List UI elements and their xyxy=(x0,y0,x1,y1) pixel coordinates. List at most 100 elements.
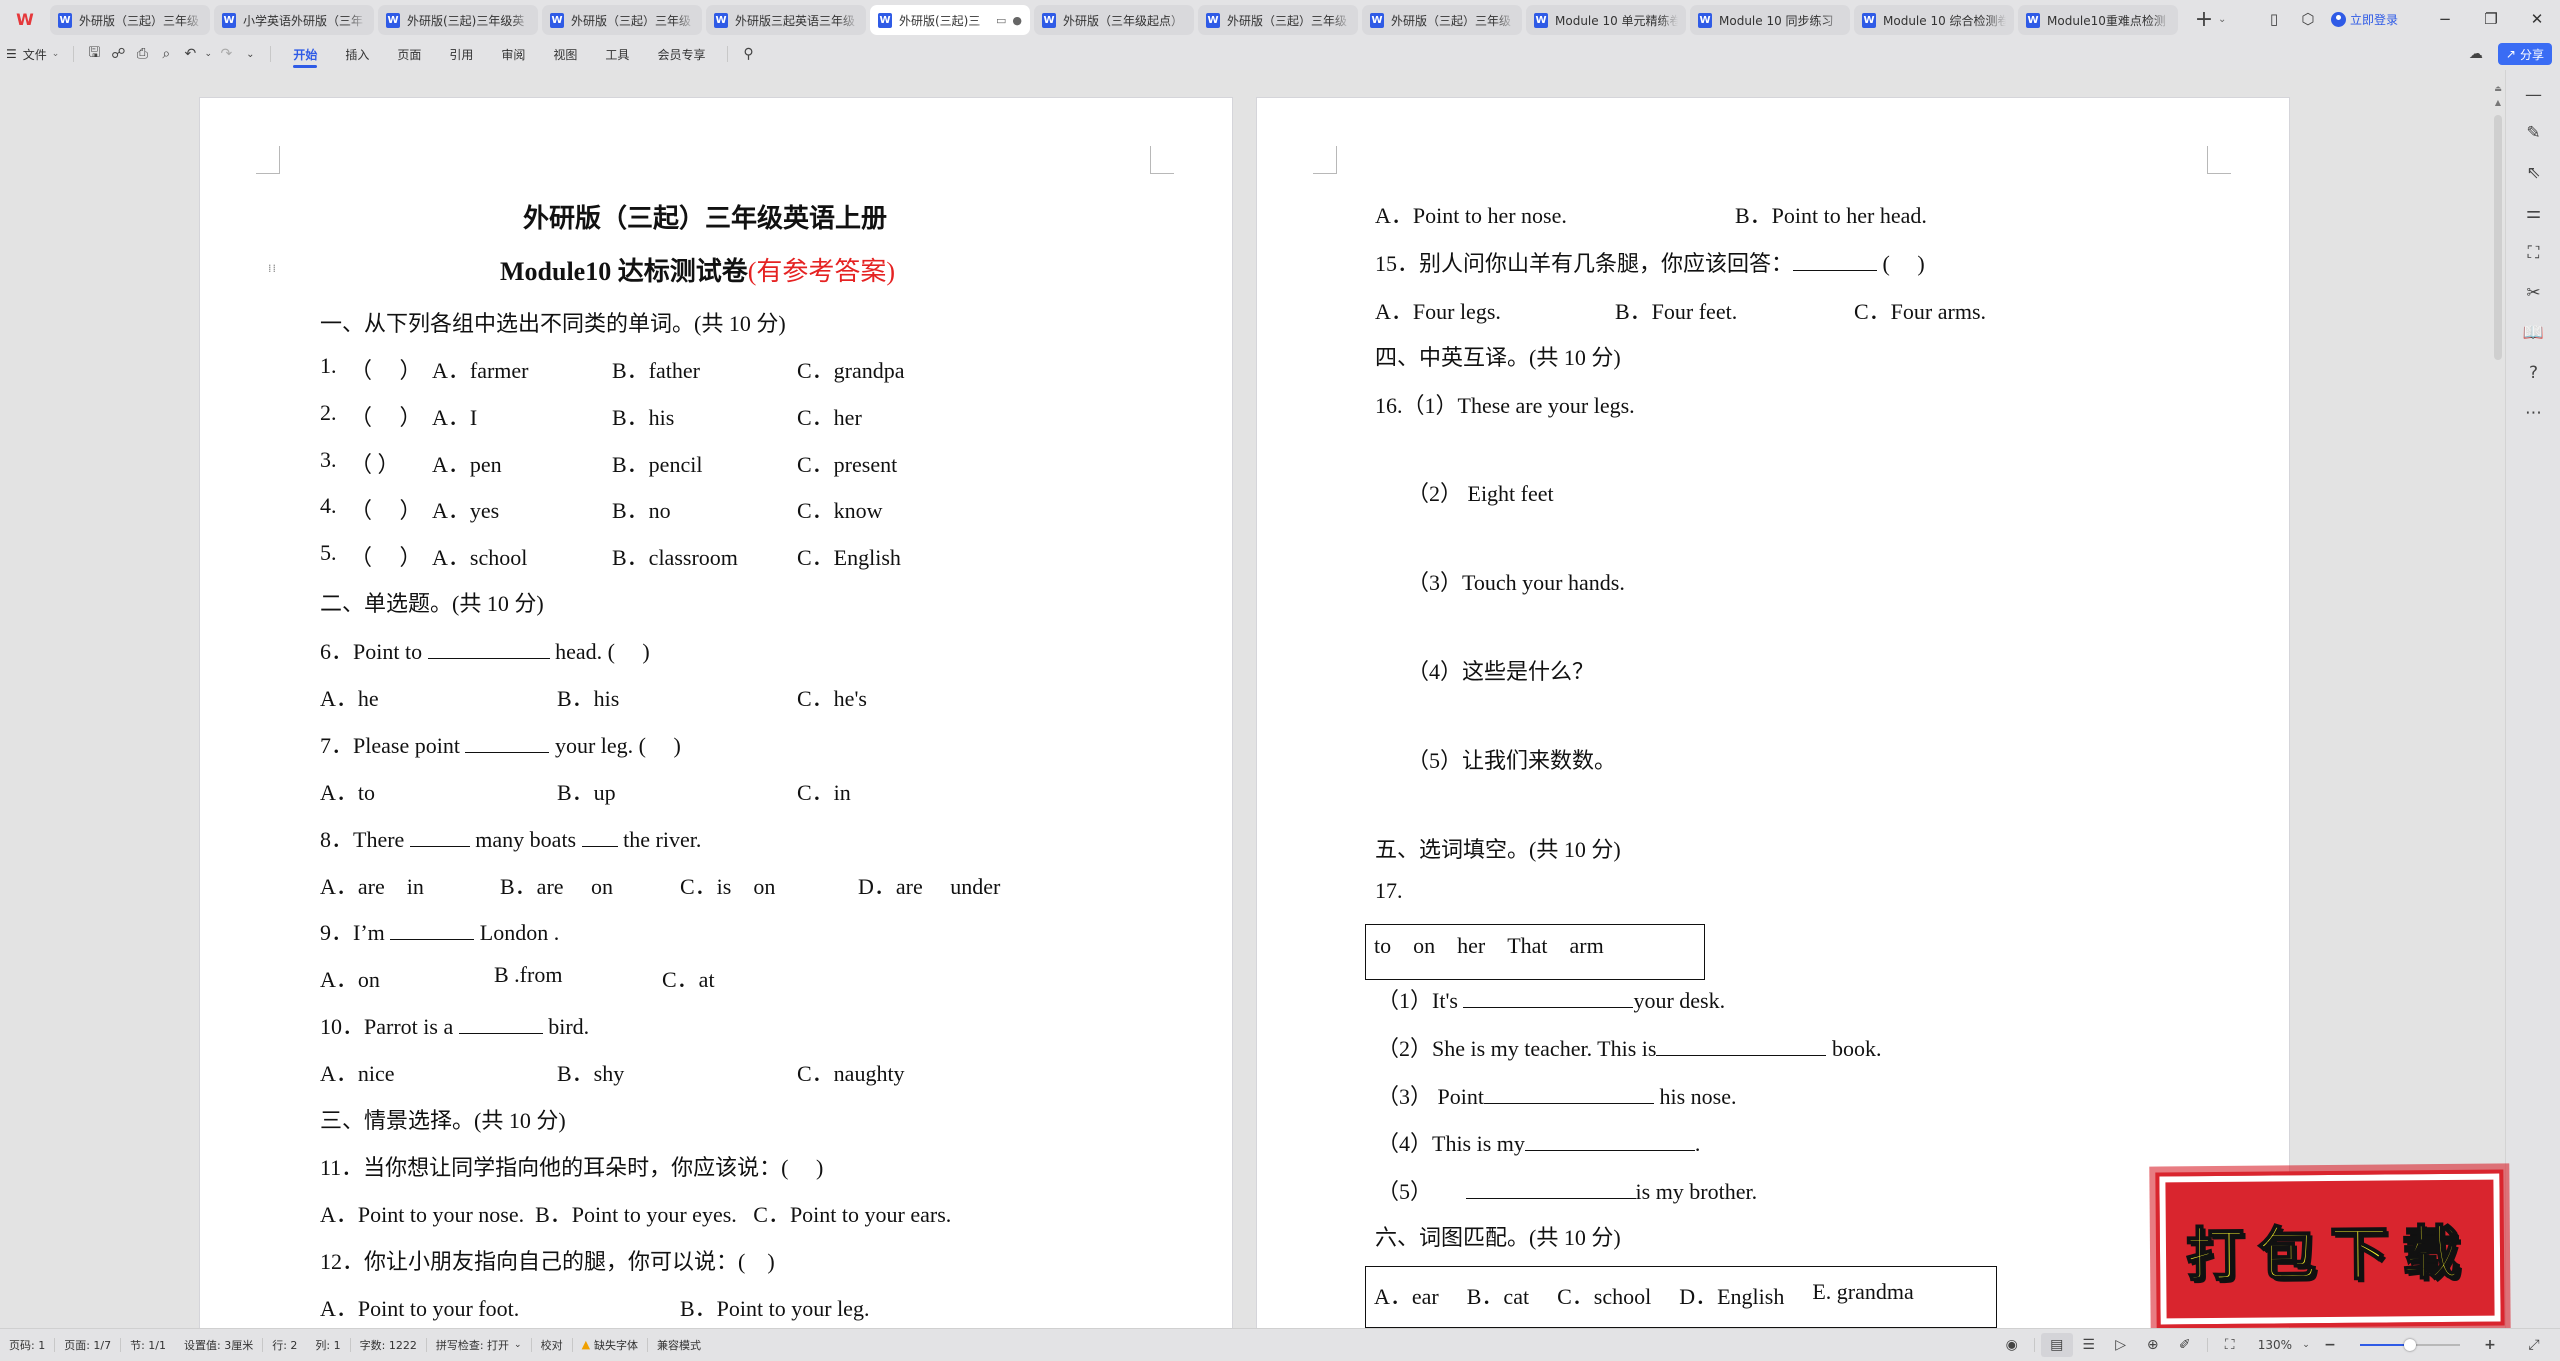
document-tab[interactable]: W 外研版（三年级起点） xyxy=(1034,5,1194,35)
zoom-out-button[interactable]: − xyxy=(2314,1337,2346,1353)
fullscreen-icon[interactable]: ⤢ xyxy=(2518,1337,2550,1353)
q15-option-a: A．Four legs. xyxy=(1375,299,1501,324)
proofread-button[interactable]: 校对 xyxy=(532,1337,572,1353)
restore-button[interactable]: ❐ xyxy=(2468,10,2514,28)
file-menu[interactable]: ☰ 文件 ⌄ xyxy=(0,38,65,70)
document-tab[interactable]: W 外研版（三起）三年级 xyxy=(542,5,702,35)
missing-fonts-button[interactable]: ▲ 缺失字体 xyxy=(573,1337,647,1353)
write-mode-icon[interactable]: ✐ xyxy=(2169,1337,2201,1353)
scroll-top-icon[interactable]: ⏏ xyxy=(2494,84,2502,93)
word-doc-icon: W xyxy=(58,12,72,28)
cube-icon[interactable]: ⬡ xyxy=(2291,10,2325,28)
ribbon-tab[interactable]: 会员专享 xyxy=(643,38,719,70)
question-8: 8．There many boats the river. xyxy=(320,827,702,852)
collapse-icon[interactable]: — xyxy=(2506,85,2560,105)
document-workarea[interactable]: ⁞⁞ 外研版（三起）三年级英语上册 Module10 达标测试卷(有参考答案) … xyxy=(0,70,2495,1328)
zoom-level[interactable]: 130% xyxy=(2258,1338,2292,1352)
document-tab[interactable]: W 小学英语外研版（三年 xyxy=(214,5,374,35)
ribbon-tab[interactable]: 开始 xyxy=(279,38,331,70)
cloud-icon[interactable]: ☁ xyxy=(2464,38,2488,70)
q15-option-c: C．Four arms. xyxy=(1854,299,1987,324)
more-icon[interactable]: ⋯ xyxy=(2506,403,2560,423)
document-tab[interactable]: W 外研版(三起)三年级英 xyxy=(378,5,538,35)
tab-label: 小学英语外研版（三年 xyxy=(243,13,364,28)
print-icon[interactable]: ⎙ xyxy=(130,38,154,70)
book-search-icon[interactable]: 📖 xyxy=(2506,323,2560,343)
document-tab[interactable]: W 外研版（三起）三年级 xyxy=(1362,5,1522,35)
download-package-banner[interactable]: 打包下载 xyxy=(2155,1169,2505,1329)
print-preview-icon[interactable]: ⌕ xyxy=(154,38,178,70)
minimize-button[interactable]: − xyxy=(2422,10,2468,28)
q17-number: 17. xyxy=(1375,878,1403,903)
share-button[interactable]: ↗ 分享 xyxy=(2497,43,2552,65)
divider xyxy=(727,46,729,62)
select-pointer-icon[interactable]: ⇖ xyxy=(2506,163,2560,183)
document-tab[interactable]: W 外研版（三起）三年级 xyxy=(1198,5,1358,35)
play-icon[interactable]: ▷ xyxy=(2105,1337,2137,1353)
document-tab[interactable]: W 外研版三起英语三年级 xyxy=(706,5,866,35)
undo-icon[interactable]: ↶ xyxy=(178,38,202,70)
adjust-sliders-icon[interactable]: ⚌ xyxy=(2506,203,2560,223)
document-tab[interactable]: W 外研版(三起)三 ▭ ● xyxy=(870,5,1030,35)
word-count[interactable]: 字数: 1222 xyxy=(351,1337,426,1353)
option-c: C．know xyxy=(797,498,883,523)
spell-check-toggle[interactable]: 拼写检查: 打开 ⌄ xyxy=(427,1337,531,1353)
fit-page-icon[interactable]: ⛶ xyxy=(2214,1337,2246,1353)
undo-chevron-icon[interactable]: ⌄ xyxy=(202,38,214,70)
new-tab-button[interactable]: + xyxy=(2190,7,2218,32)
page-number[interactable]: 页码: 1 xyxy=(0,1337,54,1353)
help-icon[interactable]: ? xyxy=(2506,363,2560,383)
vertical-scrollbar[interactable]: ⏏ ▲ xyxy=(2492,70,2504,1328)
drag-handle-icon[interactable]: ⁞⁞ xyxy=(268,263,277,274)
tools-icon[interactable]: ✂ xyxy=(2506,283,2560,303)
close-button[interactable]: ✕ xyxy=(2514,10,2560,28)
margin-corner-mark xyxy=(1313,146,1337,174)
option-b: B．pencil xyxy=(612,452,703,477)
option-b: B．father xyxy=(612,358,700,383)
document-tab[interactable]: W 外研版（三起）三年级 xyxy=(50,5,210,35)
outline-view-icon[interactable]: ☰ xyxy=(2073,1337,2105,1353)
zoom-in-button[interactable]: + xyxy=(2474,1337,2506,1353)
ribbon-tab[interactable]: 引用 xyxy=(435,38,487,70)
ribbon-tab[interactable]: 工具 xyxy=(591,38,643,70)
unsaved-dot-icon[interactable]: ● xyxy=(1012,14,1022,27)
document-tab[interactable]: W Module 10 同步练习 xyxy=(1690,5,1850,35)
redo-icon[interactable]: ↷ xyxy=(214,38,238,70)
document-tab[interactable]: W Module 10 单元精练卷 xyxy=(1526,5,1686,35)
wps-logo-icon[interactable]: W xyxy=(0,0,50,38)
ribbon-tab[interactable]: 审阅 xyxy=(487,38,539,70)
share-link-icon[interactable]: ☍ xyxy=(106,38,130,70)
web-view-icon[interactable]: ⊕ xyxy=(2137,1337,2169,1353)
subtitle-text: Module10 达标测试卷 xyxy=(500,257,748,286)
ribbon-tab[interactable]: 插入 xyxy=(331,38,383,70)
tab-list-chevron-icon[interactable]: ⌄ xyxy=(2218,14,2226,25)
search-icon[interactable]: ⚲ xyxy=(736,38,760,70)
q11-options: A．Point to your nose. B．Point to your ey… xyxy=(320,1202,952,1227)
question-12: 12．你让小朋友指向自己的腿，你可以说：( ) xyxy=(320,1249,775,1274)
document-tab[interactable]: W Module10重难点检测 xyxy=(2018,5,2178,35)
scrollbar-thumb[interactable] xyxy=(2494,115,2502,360)
right-tool-panel: — ✎ ⇖ ⚌ ⛶ ✂ 📖 ? ⋯ xyxy=(2505,70,2560,1328)
ai-image-icon[interactable]: ⛶ xyxy=(2506,243,2560,263)
option-b: B．his xyxy=(612,405,675,430)
zoom-chevron-icon[interactable]: ⌄ xyxy=(2298,1340,2314,1350)
q8-option-a: A．are in xyxy=(320,874,424,899)
eye-protection-icon[interactable]: ◉ xyxy=(1996,1337,2028,1353)
zoom-slider-knob[interactable] xyxy=(2404,1339,2416,1351)
ribbon-tab[interactable]: 视图 xyxy=(539,38,591,70)
ribbon-tab[interactable]: 页面 xyxy=(383,38,435,70)
more-chevron-icon[interactable]: ⌄ xyxy=(238,38,262,70)
question-11: 11．当你想让同学指向他的耳朵时，你应该说：( ) xyxy=(320,1155,824,1180)
screen-icon[interactable]: ▭ xyxy=(996,14,1006,27)
save-icon[interactable]: 🖫 xyxy=(82,38,106,70)
pen-edit-icon[interactable]: ✎ xyxy=(2506,123,2560,143)
page-count[interactable]: 页面: 1/7 xyxy=(55,1337,120,1353)
q7-option-b: B．up xyxy=(557,780,616,805)
file-menu-label: 文件 xyxy=(22,47,47,62)
login-button[interactable]: 立即登录 xyxy=(2330,11,2398,28)
mobile-icon[interactable]: ▯ xyxy=(2257,10,2291,28)
zoom-slider[interactable] xyxy=(2360,1337,2460,1353)
scroll-up-arrow-icon[interactable]: ▲ xyxy=(2494,98,2502,107)
page-view-icon[interactable]: ▤ xyxy=(2040,1333,2073,1357)
document-tab[interactable]: W Module 10 综合检测卷 xyxy=(1854,5,2014,35)
